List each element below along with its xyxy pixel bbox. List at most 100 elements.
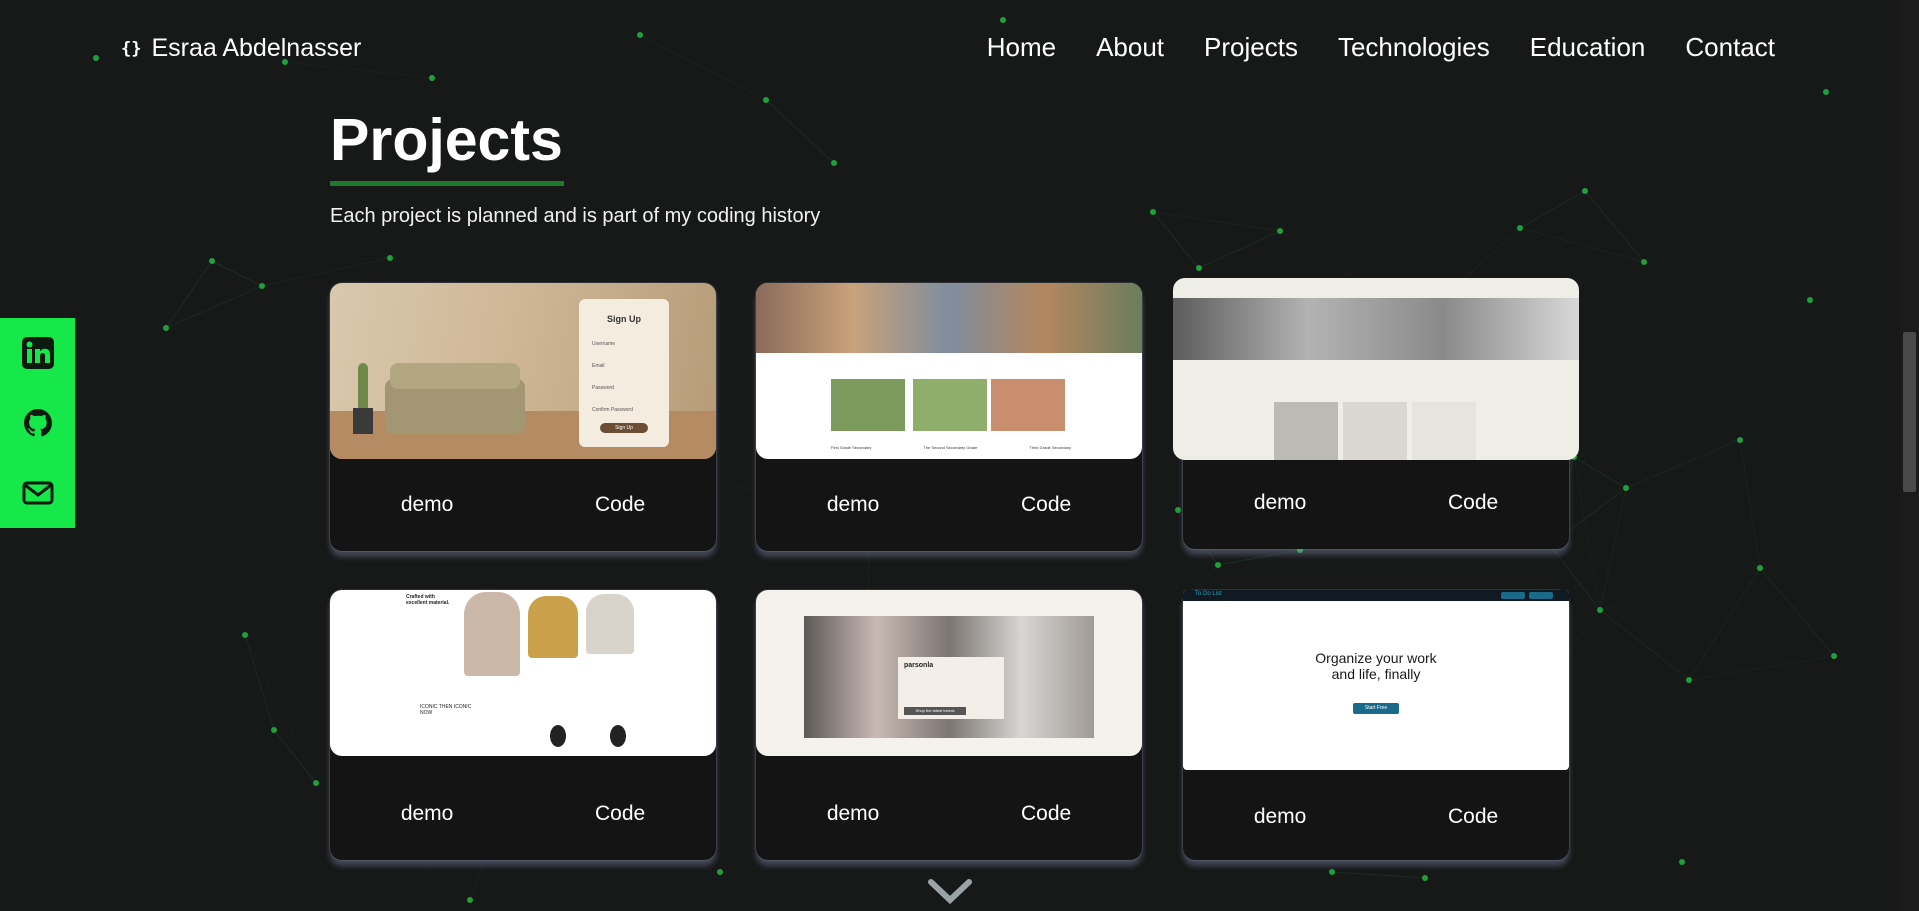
nav-home[interactable]: Home (987, 32, 1056, 63)
network-node (93, 55, 99, 61)
network-node (1597, 607, 1603, 613)
network-node (637, 32, 643, 38)
network-node (1277, 228, 1283, 234)
thumb-brand: To Do List (1195, 591, 1222, 597)
project-thumbnail[interactable]: To Do List Organize your work and life, … (1183, 590, 1569, 770)
network-link (1574, 262, 1644, 457)
network-node (1641, 259, 1647, 265)
network-link (1217, 549, 1301, 566)
thumb-button: Start Free (1353, 703, 1399, 714)
network-node (1150, 209, 1156, 215)
nav-technologies[interactable]: Technologies (1338, 32, 1490, 63)
project-thumbnail[interactable]: First Grade Secondary The Second Seconda… (756, 283, 1142, 459)
network-link (284, 61, 433, 79)
network-node (1000, 17, 1006, 23)
demo-link[interactable]: demo (1254, 491, 1307, 515)
demo-link[interactable]: demo (827, 802, 880, 826)
thumb-heading: Crafted with excellent material. (406, 594, 450, 606)
network-link (1573, 456, 1627, 489)
mail-icon[interactable] (21, 476, 55, 510)
thumb-heading: Organize your work and life, finally (1183, 650, 1569, 682)
network-link (639, 34, 767, 101)
code-link[interactable]: Code (1448, 805, 1498, 829)
network-link (1573, 439, 1741, 458)
network-link (1599, 567, 1761, 611)
network-node (259, 283, 265, 289)
demo-link[interactable]: demo (1254, 805, 1307, 829)
network-node (271, 727, 277, 733)
chevron-down-icon[interactable] (928, 878, 972, 906)
thumb-subheading: ICONIC THEN ICONIC NOW (420, 704, 472, 716)
project-thumbnail[interactable] (1173, 278, 1579, 460)
network-link (1739, 299, 1811, 441)
code-link[interactable]: Code (1448, 491, 1498, 515)
network-link (244, 634, 317, 784)
network-node (1757, 565, 1763, 571)
network-node (1517, 225, 1523, 231)
network-link (1198, 230, 1281, 269)
network-node (1329, 869, 1335, 875)
network-node (429, 75, 435, 81)
project-thumbnail[interactable]: parsonla Shop the latest trends (756, 590, 1142, 756)
page-title: Projects (330, 107, 563, 173)
network-link (1152, 211, 1281, 232)
nav-about[interactable]: About (1096, 32, 1164, 63)
network-link (1681, 679, 1690, 863)
thumb-button: Sign Up (600, 423, 648, 433)
demo-link[interactable]: demo (401, 802, 454, 826)
nav-projects[interactable]: Projects (1204, 32, 1298, 63)
network-node (1737, 437, 1743, 443)
main-nav: Home About Projects Technologies Educati… (987, 32, 1775, 63)
network-link (1739, 439, 1761, 569)
code-link[interactable]: Code (1021, 493, 1071, 517)
nav-education[interactable]: Education (1530, 32, 1646, 63)
thumb-field-label: Email (592, 363, 605, 369)
network-link (1644, 262, 1740, 440)
demo-link[interactable]: demo (401, 493, 454, 517)
code-link[interactable]: Code (595, 493, 645, 517)
site-logo[interactable]: {} Esraa Abdelnasser (121, 34, 361, 63)
network-link (1599, 487, 1627, 611)
network-link (261, 257, 391, 287)
network-link (765, 99, 835, 164)
network-node (1422, 875, 1428, 881)
scrollbar-thumb[interactable] (1903, 332, 1916, 492)
network-link (1643, 261, 1811, 301)
network-link (1519, 227, 1645, 263)
project-thumbnail[interactable]: Crafted with excellent material. ICONIC … (330, 590, 716, 756)
linkedin-icon[interactable] (21, 336, 55, 370)
network-node (1175, 507, 1181, 513)
code-link[interactable]: Code (595, 802, 645, 826)
code-link[interactable]: Code (1021, 802, 1071, 826)
network-link (1549, 544, 1690, 681)
network-node (1679, 859, 1685, 865)
github-icon[interactable] (21, 406, 55, 440)
network-node (313, 780, 319, 786)
network-node (717, 869, 723, 875)
nav-contact[interactable]: Contact (1685, 32, 1775, 63)
demo-link[interactable]: demo (827, 493, 880, 517)
network-link (1810, 92, 1826, 300)
network-link (1688, 655, 1835, 681)
network-node (209, 258, 215, 264)
curly-braces-icon: {} (121, 38, 142, 59)
network-link (1759, 567, 1835, 657)
network-node (387, 255, 393, 261)
project-thumbnail[interactable]: Sign Up Username Email Password Confirm … (330, 283, 716, 459)
network-link (1331, 871, 1426, 879)
thumb-field-label: Username (592, 341, 616, 347)
network-link (244, 634, 275, 731)
network-link (1519, 190, 1586, 229)
network-node (242, 632, 248, 638)
thumb-field-label: Password (592, 385, 614, 391)
thumb-heading: Sign Up (607, 314, 641, 324)
network-link (1599, 609, 1690, 681)
thumb-item: The Second Secondary Grade (923, 445, 978, 450)
thumb-field-label: Confirm Password (592, 407, 633, 413)
network-node (1582, 188, 1588, 194)
thumb-heading-line: Organize your work (1315, 650, 1437, 666)
thumb-button: Shop the latest trends (904, 707, 966, 715)
network-link (211, 257, 391, 262)
network-link (211, 260, 263, 287)
network-node (1215, 562, 1221, 568)
